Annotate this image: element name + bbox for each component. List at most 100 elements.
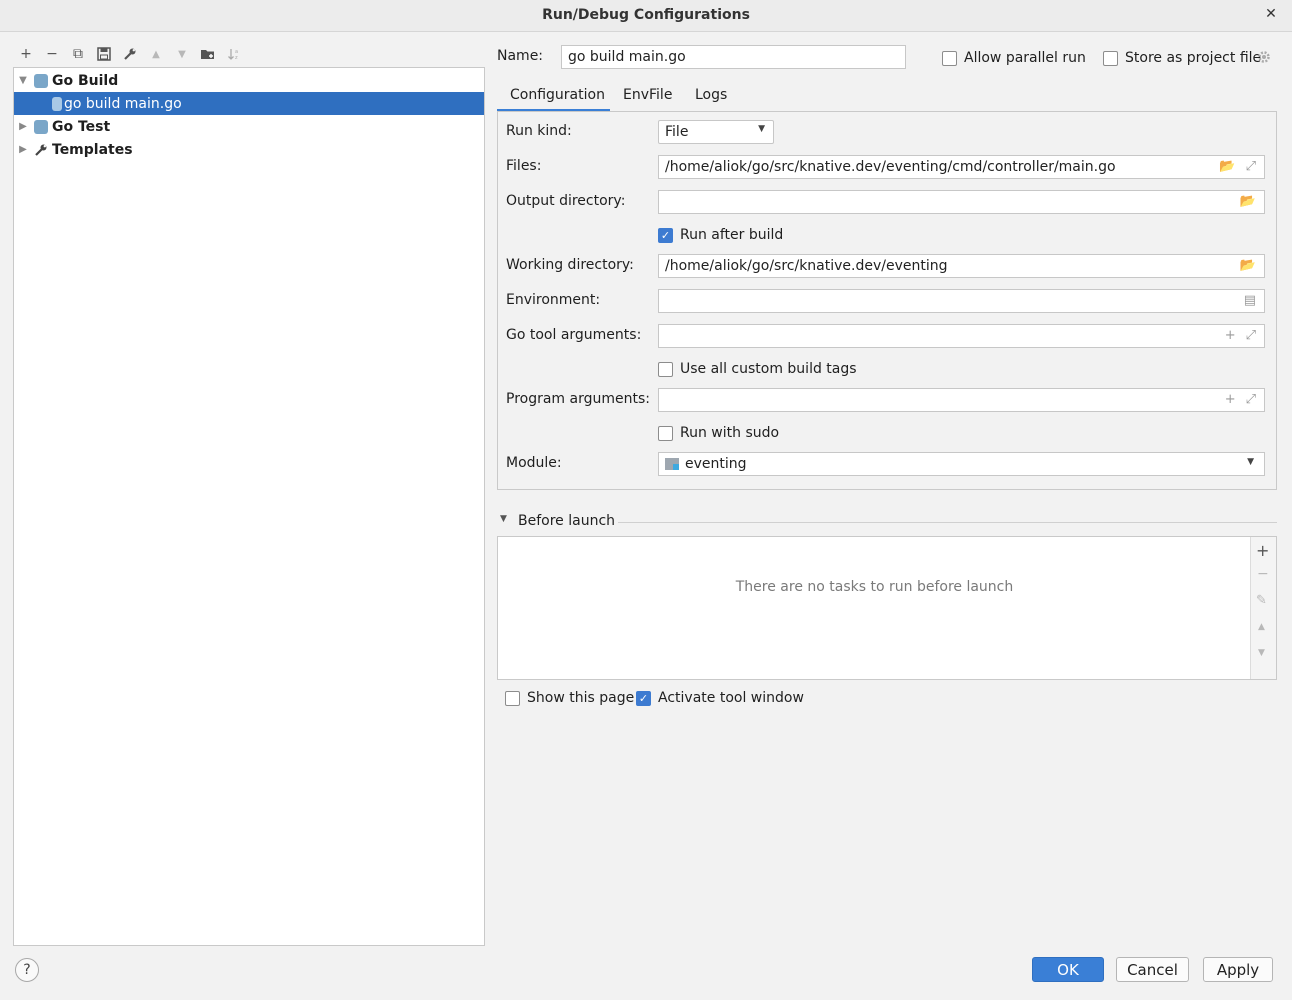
working-directory-value: /home/aliok/go/src/knative.dev/eventing — [665, 258, 948, 274]
expand-icon[interactable]: ⤢ — [1246, 328, 1256, 343]
expand-icon[interactable]: ⤢ — [1246, 159, 1256, 174]
allow-parallel-label: Allow parallel run — [964, 50, 1086, 66]
edit-task-icon[interactable]: ✎ — [1256, 593, 1267, 608]
go-tool-arguments-input[interactable]: + ⤢ — [658, 324, 1265, 348]
folder-icon[interactable]: 📂 — [1240, 194, 1256, 209]
add-task-icon[interactable]: + — [1256, 541, 1269, 560]
run-with-sudo-label: Run with sudo — [680, 425, 780, 441]
ok-button[interactable]: OK — [1032, 957, 1104, 982]
run-kind-label: Run kind: — [506, 123, 572, 139]
files-label: Files: — [506, 158, 542, 174]
show-page-checkbox[interactable]: Show this page — [505, 690, 634, 706]
name-label: Name: — [497, 48, 544, 64]
before-launch-title[interactable]: Before launch — [518, 513, 615, 529]
run-kind-value: File — [665, 124, 689, 140]
output-directory-input[interactable]: 📂 — [658, 190, 1265, 214]
move-up-button[interactable]: ▲ — [146, 44, 166, 64]
apply-button[interactable]: Apply — [1203, 957, 1273, 982]
copy-config-button[interactable]: ⧉ — [68, 44, 88, 64]
tree-item-label: go build main.go — [64, 95, 182, 112]
add-config-button[interactable]: + — [16, 44, 36, 64]
checkbox-box[interactable] — [505, 690, 520, 706]
run-after-build-label: Run after build — [680, 227, 784, 243]
tree-item-label: Templates — [52, 141, 133, 158]
store-project-checkbox[interactable]: Store as project file — [1103, 50, 1261, 66]
gopher-test-icon — [34, 119, 48, 134]
checkbox-box[interactable] — [1103, 50, 1118, 66]
collapse-arrow-icon[interactable]: ▼ — [500, 514, 507, 524]
config-tree[interactable]: ▼ Go Build go build main.go ▶ Go Test ▶ … — [13, 67, 485, 946]
tree-item-go-test[interactable]: ▶ Go Test — [14, 115, 484, 138]
module-label: Module: — [506, 455, 562, 471]
folder-icon[interactable]: 📂 — [1219, 159, 1235, 174]
run-kind-select[interactable]: File ▼ — [658, 120, 774, 144]
expand-icon[interactable]: ⤢ — [1246, 392, 1256, 407]
environment-label: Environment: — [506, 292, 601, 308]
tree-item-go-build[interactable]: ▼ Go Build — [14, 69, 484, 92]
before-launch-toolbar: + − ✎ ▲ ▼ — [1250, 537, 1276, 679]
gopher-icon — [52, 96, 62, 111]
plus-icon[interactable]: + — [1225, 328, 1236, 343]
module-folder-icon — [665, 458, 679, 470]
gear-icon[interactable] — [1257, 50, 1271, 64]
tab-logs[interactable]: Logs — [695, 87, 727, 103]
store-project-label: Store as project file — [1125, 50, 1262, 66]
checkbox-checked[interactable]: ✓ — [636, 690, 651, 706]
allow-parallel-checkbox[interactable]: Allow parallel run — [942, 50, 1086, 66]
expand-arrow-icon[interactable]: ▶ — [16, 144, 30, 155]
run-after-build-checkbox[interactable]: ✓ Run after build — [658, 227, 783, 243]
gopher-icon — [34, 73, 48, 88]
collapse-arrow-icon[interactable]: ▼ — [16, 75, 30, 86]
working-directory-input[interactable]: /home/aliok/go/src/knative.dev/eventing … — [658, 254, 1265, 278]
before-launch-list[interactable]: There are no tasks to run before launch … — [497, 536, 1277, 680]
cancel-button[interactable]: Cancel — [1116, 957, 1189, 982]
help-button[interactable]: ? — [15, 958, 39, 982]
folder-icon[interactable]: 📂 — [1240, 258, 1256, 273]
module-value: eventing — [685, 456, 747, 472]
move-up-icon[interactable]: ▲ — [1258, 622, 1265, 632]
name-input[interactable]: go build main.go — [561, 45, 906, 69]
save-config-button[interactable] — [94, 44, 114, 64]
custom-build-tags-label: Use all custom build tags — [680, 361, 857, 377]
expand-arrow-icon[interactable]: ▶ — [16, 121, 30, 132]
move-down-button[interactable]: ▼ — [172, 44, 192, 64]
show-page-label: Show this page — [527, 690, 635, 706]
move-down-icon[interactable]: ▼ — [1258, 648, 1265, 658]
working-directory-label: Working directory: — [506, 257, 634, 273]
tab-configuration[interactable]: Configuration — [510, 87, 605, 103]
chevron-down-icon: ▼ — [758, 124, 765, 134]
files-value: /home/aliok/go/src/knative.dev/eventing/… — [665, 159, 1116, 175]
program-arguments-input[interactable]: + ⤢ — [658, 388, 1265, 412]
checkbox-box[interactable] — [658, 425, 673, 441]
sort-button[interactable]: az — [224, 44, 244, 64]
checkbox-box[interactable] — [942, 50, 957, 66]
document-icon[interactable]: ▤ — [1244, 293, 1256, 308]
svg-text:z: z — [235, 55, 238, 61]
remove-config-button[interactable]: − — [42, 44, 62, 64]
divider — [618, 522, 1277, 523]
sort-icon: az — [228, 49, 238, 61]
plus-icon[interactable]: + — [1225, 392, 1236, 407]
module-select[interactable]: eventing ▼ — [658, 452, 1265, 476]
wrench-icon — [34, 143, 48, 157]
checkbox-box[interactable] — [658, 361, 673, 377]
activate-tool-window-label: Activate tool window — [658, 690, 804, 706]
custom-build-tags-checkbox[interactable]: Use all custom build tags — [658, 361, 857, 377]
tree-item-go-build-main[interactable]: go build main.go — [14, 92, 484, 115]
chevron-down-icon: ▼ — [1247, 457, 1254, 467]
activate-tool-window-checkbox[interactable]: ✓ Activate tool window — [636, 690, 804, 706]
empty-tasks-text: There are no tasks to run before launch — [735, 579, 1014, 595]
files-input[interactable]: /home/aliok/go/src/knative.dev/eventing/… — [658, 155, 1265, 179]
checkbox-checked[interactable]: ✓ — [658, 227, 673, 243]
go-tool-arguments-label: Go tool arguments: — [506, 327, 642, 343]
environment-input[interactable]: ▤ — [658, 289, 1265, 313]
tree-item-label: Go Test — [52, 118, 111, 135]
new-folder-button[interactable] — [198, 44, 218, 64]
run-with-sudo-checkbox[interactable]: Run with sudo — [658, 425, 779, 441]
edit-templates-button[interactable] — [120, 44, 140, 64]
close-button[interactable]: ✕ — [1262, 6, 1280, 24]
save-icon — [97, 47, 111, 61]
tree-item-templates[interactable]: ▶ Templates — [14, 138, 484, 161]
tab-envfile[interactable]: EnvFile — [623, 87, 672, 103]
remove-task-icon[interactable]: − — [1257, 566, 1269, 582]
